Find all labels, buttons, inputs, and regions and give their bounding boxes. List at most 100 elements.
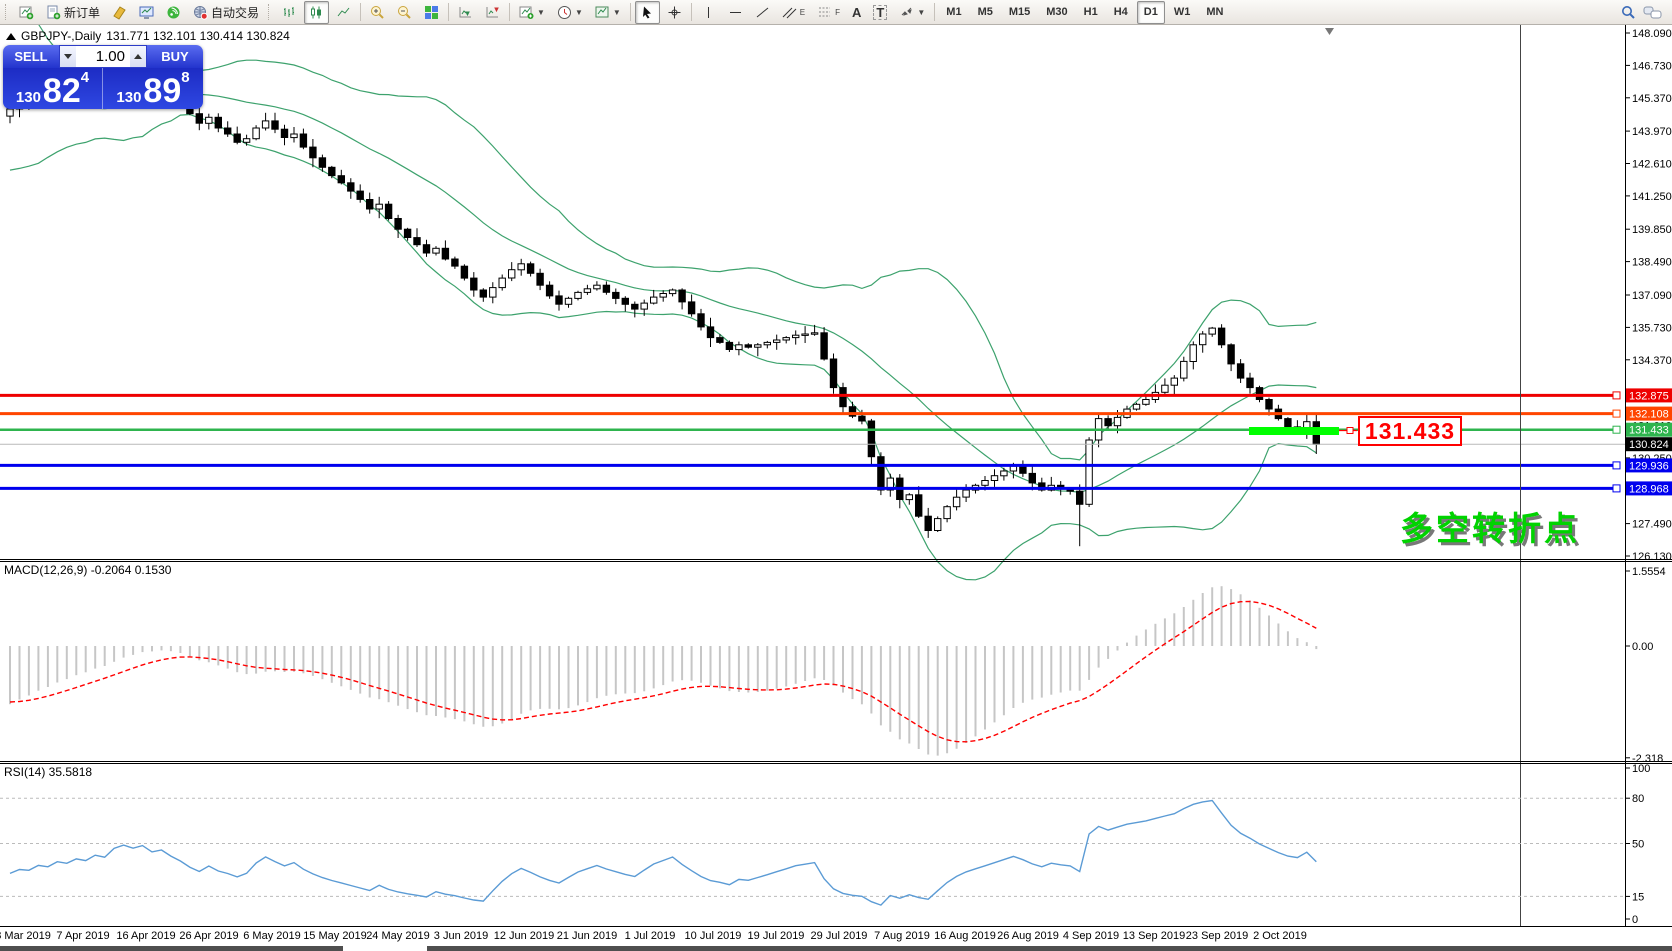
- hline-132.875[interactable]: [0, 391, 1621, 400]
- volume-input[interactable]: 1.00: [76, 46, 130, 67]
- horizontal-scrollbar[interactable]: [0, 946, 1672, 951]
- price-axis[interactable]: 148.090 146.730 145.370 143.970 142.610 141.2…: [1625, 28, 1672, 563]
- text-tool-icon: A: [852, 4, 862, 20]
- svg-text:4 Sep 2019: 4 Sep 2019: [1063, 930, 1119, 942]
- sell-button[interactable]: SELL: [3, 45, 59, 68]
- chat-icon[interactable]: [1643, 5, 1662, 20]
- toolbar-grip: [268, 4, 273, 20]
- panel-frames: [0, 25, 1672, 927]
- candlestick-chart-button[interactable]: [304, 0, 330, 24]
- fibo-letter: F: [835, 7, 841, 17]
- new-order-label: 新订单: [64, 5, 101, 20]
- indicators-icon: [519, 5, 534, 20]
- buy-price-prefix: 130: [116, 88, 142, 106]
- rsi-line: [9, 799, 1317, 906]
- svg-text:1 Jul 2019: 1 Jul 2019: [625, 930, 676, 942]
- timeframe-w1[interactable]: W1: [1167, 1, 1198, 24]
- tile-windows-button[interactable]: [419, 1, 444, 24]
- line-chart-button[interactable]: [331, 1, 356, 24]
- svg-text:16 Apr 2019: 16 Apr 2019: [116, 930, 175, 942]
- toolbar-separator: [360, 3, 362, 21]
- hline-129.936[interactable]: [0, 461, 1621, 470]
- svg-text:6 May 2019: 6 May 2019: [243, 930, 300, 942]
- svg-text:24 May 2019: 24 May 2019: [366, 930, 430, 942]
- chart-area[interactable]: 148.090 146.730 145.370 143.970 142.610 141.2…: [0, 0, 1672, 951]
- label-tool-button[interactable]: T: [868, 1, 892, 24]
- vertical-line-tool-button[interactable]: [696, 1, 721, 24]
- svg-text:26 Aug 2019: 26 Aug 2019: [997, 930, 1059, 942]
- channel-tool-button[interactable]: E: [777, 1, 810, 24]
- templates-menu-button[interactable]: ▼: [590, 1, 626, 24]
- time-axis[interactable]: 28 Mar 2019 7 Apr 2019 16 Apr 2019 26 Apr 2…: [0, 930, 1307, 942]
- auto-scroll-button[interactable]: [453, 1, 478, 24]
- timeframe-m1[interactable]: M1: [939, 1, 968, 24]
- svg-text:3 Jun 2019: 3 Jun 2019: [434, 930, 488, 942]
- new-chart-button[interactable]: [14, 1, 39, 24]
- svg-text:143.970: 143.970: [1632, 126, 1672, 138]
- main-toolbar: 新订单 自动交易 ▼ ▼ ▼ E F A T ▼ M1 M5 M15 M30 H…: [0, 0, 1672, 25]
- buy-button[interactable]: BUY: [147, 45, 203, 68]
- svg-text:135.730: 135.730: [1632, 322, 1672, 334]
- new-order-button[interactable]: 新订单: [41, 1, 105, 24]
- zoom-out-button[interactable]: [392, 1, 417, 24]
- trendline-tool-button[interactable]: [750, 1, 775, 24]
- cursor-tool-button[interactable]: [634, 0, 660, 24]
- periods-menu-button[interactable]: ▼: [552, 1, 588, 24]
- turning-point-annotation[interactable]: 多空转折点: [1400, 502, 1580, 550]
- svg-text:23 Sep 2019: 23 Sep 2019: [1186, 930, 1248, 942]
- chart-shift-icon: [485, 5, 500, 20]
- crosshair-tool-button[interactable]: [662, 1, 687, 24]
- svg-text:0.00: 0.00: [1632, 641, 1653, 653]
- sell-price-display[interactable]: 130 82 4: [3, 68, 103, 109]
- caret-down-icon: [64, 54, 72, 59]
- fibonacci-tool-button[interactable]: F: [812, 1, 845, 24]
- svg-text:129.936: 129.936: [1629, 460, 1669, 472]
- market-watch-button[interactable]: [134, 1, 159, 24]
- svg-text:142.610: 142.610: [1632, 159, 1672, 171]
- timeframe-mn[interactable]: MN: [1199, 1, 1230, 24]
- signals-button[interactable]: [161, 1, 186, 24]
- new-order-icon: [46, 5, 61, 20]
- svg-text:134.370: 134.370: [1632, 355, 1672, 367]
- clock-icon: [557, 5, 572, 20]
- volume-increase-button[interactable]: [130, 46, 146, 67]
- timeframe-m30[interactable]: M30: [1039, 1, 1074, 24]
- buy-price-display[interactable]: 130 89 8: [103, 68, 203, 109]
- chart-shift-button[interactable]: [480, 1, 505, 24]
- timeframe-h1[interactable]: H1: [1077, 1, 1105, 24]
- hline-128.968[interactable]: [0, 484, 1621, 493]
- volume-decrease-button[interactable]: [60, 46, 76, 67]
- svg-text:137.090: 137.090: [1632, 290, 1672, 302]
- callout-connector: [1339, 427, 1357, 434]
- highlight-zone[interactable]: [1249, 427, 1339, 435]
- horizontal-line-tool-button[interactable]: [723, 1, 748, 24]
- search-icon[interactable]: [1620, 4, 1637, 21]
- bar-chart-button[interactable]: [277, 1, 302, 24]
- fibonacci-tool-icon: [817, 5, 832, 20]
- timeframe-m15[interactable]: M15: [1002, 1, 1037, 24]
- zoom-in-button[interactable]: [365, 1, 390, 24]
- timeframe-d1[interactable]: D1: [1136, 0, 1165, 24]
- symbol-name: GBPJPY-,Daily: [21, 29, 102, 43]
- price-callout-label[interactable]: 131.433: [1358, 416, 1462, 446]
- chart-shift-marker[interactable]: [1325, 28, 1334, 35]
- templates-icon: [595, 5, 610, 20]
- svg-text:26 Apr 2019: 26 Apr 2019: [179, 930, 238, 942]
- svg-text:146.730: 146.730: [1632, 60, 1672, 72]
- svg-text:13 Sep 2019: 13 Sep 2019: [1123, 930, 1185, 942]
- auto-trading-button[interactable]: 自动交易: [188, 1, 264, 24]
- svg-text:80: 80: [1632, 793, 1644, 805]
- shapes-tool-button[interactable]: ▼: [894, 1, 930, 24]
- auto-trading-icon: [193, 5, 208, 20]
- timeframe-m5[interactable]: M5: [971, 1, 1000, 24]
- profiles-button[interactable]: [107, 1, 132, 24]
- text-tool-button[interactable]: A: [847, 1, 866, 24]
- toolbar-separator: [690, 3, 692, 21]
- shapes-tool-icon: [899, 5, 914, 20]
- rsi-panel: 100 80 50 15 0: [0, 763, 1650, 926]
- collapse-triangle-icon[interactable]: [6, 32, 16, 40]
- buy-price-sup: 8: [181, 69, 190, 86]
- svg-text:50: 50: [1632, 839, 1644, 851]
- indicators-menu-button[interactable]: ▼: [514, 1, 550, 24]
- timeframe-h4[interactable]: H4: [1107, 1, 1135, 24]
